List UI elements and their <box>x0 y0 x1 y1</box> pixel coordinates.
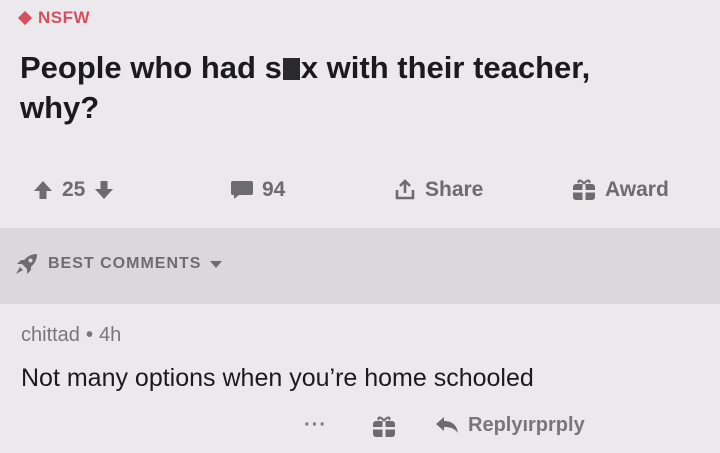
meta-separator: • <box>85 324 93 346</box>
post-title-line2: why? <box>20 90 100 125</box>
comment-author[interactable]: chittad <box>21 324 80 347</box>
vote-group: 25 <box>32 170 115 210</box>
award-gift-icon[interactable] <box>371 415 397 439</box>
post-card: NSFW People who had s x with their teache… <box>0 0 720 228</box>
award-gift-icon <box>573 179 595 200</box>
comment-sort-bar: BEST COMMENTS <box>0 228 720 304</box>
nsfw-diamond-icon <box>17 10 33 26</box>
comment-actions: ··· Replyırprply <box>0 408 720 442</box>
post-actions: 25 94 Share Award <box>0 170 720 210</box>
more-options-button[interactable]: ··· <box>304 408 327 442</box>
share-label: Share <box>425 178 484 201</box>
comments-button[interactable]: 94 <box>230 170 285 210</box>
caret-down-icon <box>210 261 223 268</box>
censor-block <box>282 58 300 80</box>
reply-label: Replyırprply <box>468 413 585 436</box>
reply-button[interactable]: Replyırprply <box>434 408 585 442</box>
post-title-part2: x with their teacher, <box>300 50 591 85</box>
vote-count: 25 <box>62 178 86 201</box>
comment-meta: chittad • 4h <box>21 324 121 347</box>
reply-arrow-icon <box>436 417 458 433</box>
nsfw-label: NSFW <box>38 8 91 27</box>
nsfw-tag: NSFW <box>17 8 91 28</box>
comment-item: chittad • 4h Not many options when you’r… <box>0 304 720 453</box>
comment-body: Not many options when you’re home school… <box>21 364 534 392</box>
comment-age: 4h <box>98 324 122 346</box>
downvote-arrow-icon[interactable] <box>93 179 115 201</box>
upvote-arrow-icon[interactable] <box>32 179 54 201</box>
share-icon <box>395 179 415 200</box>
sort-dropdown[interactable]: BEST COMMENTS <box>14 252 223 276</box>
post-title-part1: People who had s <box>20 50 282 85</box>
comments-count: 94 <box>262 178 286 201</box>
award-button[interactable]: Award <box>571 170 669 210</box>
award-label: Award <box>605 178 669 201</box>
sort-label: BEST COMMENTS <box>48 255 202 272</box>
post-title[interactable]: People who had s x with their teacher, wh… <box>20 48 700 128</box>
comment-bubble-icon <box>231 181 253 199</box>
rocket-icon <box>16 254 37 274</box>
share-button[interactable]: Share <box>393 170 483 210</box>
